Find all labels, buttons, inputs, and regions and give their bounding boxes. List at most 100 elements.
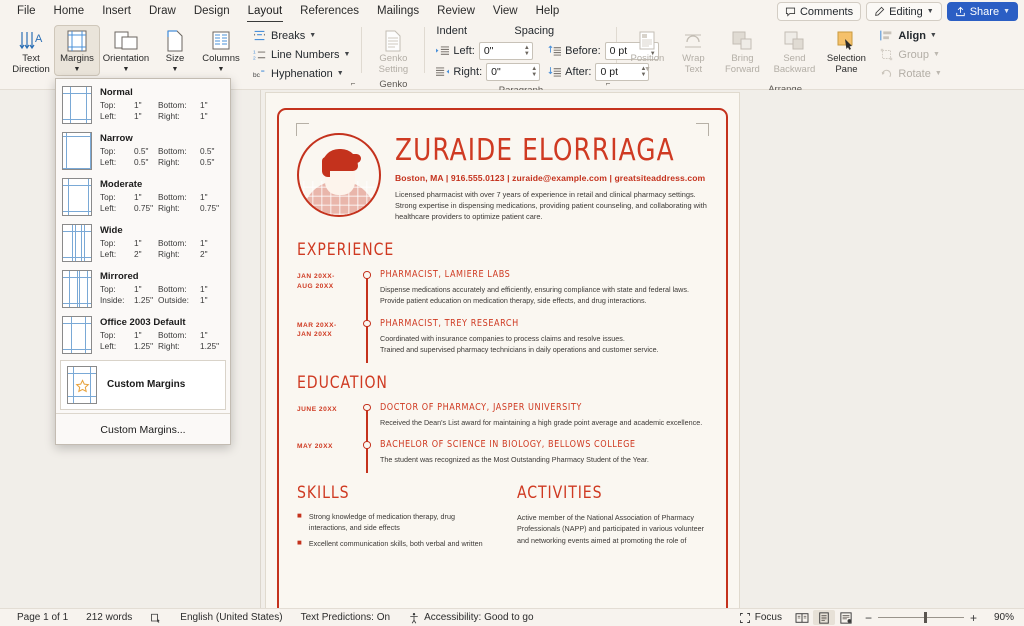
wrap-text-label-2: Text <box>684 63 703 75</box>
share-icon <box>955 6 966 17</box>
line-numbers-button[interactable]: 12 Line Numbers ▼ <box>248 45 354 64</box>
margins-button[interactable]: Margins ▼ <box>54 25 100 76</box>
rotate-button[interactable]: Rotate ▼ <box>875 64 945 83</box>
editing-button[interactable]: Editing ▼ <box>866 2 942 21</box>
orientation-button[interactable]: Orientation ▼ <box>100 25 152 76</box>
spacing-before-icon <box>548 45 562 57</box>
send-backward-button[interactable]: Send Backward <box>768 25 820 78</box>
custom-margins-label: Custom Margins <box>107 378 186 390</box>
spacing-after-value: 0 pt <box>600 66 618 78</box>
group-button[interactable]: Group ▼ <box>875 45 945 64</box>
position-button[interactable]: Position ▼ <box>624 25 670 76</box>
margins-option-narrow[interactable]: Narrow Top: 0.5" Bottom: 0.5" Left: 0.5" Right:… <box>56 128 230 174</box>
menu-item-mailings[interactable]: Mailings <box>368 2 428 20</box>
custom-margins-footer[interactable]: Custom Margins... <box>56 413 230 444</box>
status-page[interactable]: Page 1 of 1 <box>8 612 77 623</box>
margin-value-label: Bottom: <box>158 330 187 340</box>
menu-item-design[interactable]: Design <box>185 2 239 20</box>
window-actions: Comments Editing ▼ Share ▼ <box>776 2 1018 21</box>
margin-value-label: Right: <box>158 249 180 259</box>
zoom-out-button[interactable]: − <box>865 611 872 625</box>
stepper-arrows[interactable]: ▲▼ <box>531 64 537 80</box>
proofing-icon[interactable] <box>141 612 171 624</box>
read-mode-button[interactable] <box>791 610 813 625</box>
zoom-slider[interactable]: − + <box>857 611 985 625</box>
document-page[interactable]: ZURAIDE ELORRIAGA Boston, MA | 916.555.0… <box>265 92 740 608</box>
chevron-down-icon: ▼ <box>926 8 934 15</box>
web-layout-button[interactable] <box>835 610 857 625</box>
breaks-button[interactable]: Breaks ▼ <box>248 26 354 45</box>
wrap-text-button[interactable]: Wrap Text <box>670 25 716 78</box>
margin-value: 1" <box>200 100 208 110</box>
indent-left-input[interactable]: 0" ▲ ▼ <box>478 42 533 60</box>
menu-item-layout[interactable]: Layout <box>239 2 292 23</box>
status-words[interactable]: 212 words <box>77 612 141 623</box>
margins-option-custom[interactable]: Custom Margins <box>60 360 226 410</box>
menu-item-home[interactable]: Home <box>45 2 94 20</box>
bring-forward-button[interactable]: Bring Forward <box>716 25 768 78</box>
menu-item-view[interactable]: View <box>484 2 527 20</box>
stepper-arrows[interactable]: ▲▼ <box>524 43 530 59</box>
spacing-header: Spacing <box>514 25 555 37</box>
status-language[interactable]: English (United States) <box>171 612 291 623</box>
text-direction-button[interactable]: A Text Direction <box>8 25 54 78</box>
wrap-text-icon <box>682 28 704 54</box>
margin-value: 0.75" <box>134 203 154 213</box>
hyphenation-button[interactable]: bc Hyphenation ▼ <box>248 64 354 83</box>
size-button[interactable]: Size ▼ <box>152 25 198 76</box>
rotate-icon <box>879 67 894 80</box>
comments-button[interactable]: Comments <box>776 2 862 21</box>
zoom-track[interactable] <box>877 611 964 623</box>
line-numbers-icon: 12 <box>252 48 267 61</box>
align-button[interactable]: Align ▼ <box>875 26 945 45</box>
focus-button[interactable]: Focus <box>730 612 791 624</box>
zoom-in-button[interactable]: + <box>970 611 977 625</box>
align-label: Align <box>898 29 926 42</box>
entry-description: Dispense medications accurately and effi… <box>380 284 711 306</box>
menu-item-references[interactable]: References <box>291 2 368 20</box>
editing-label: Editing <box>889 5 923 18</box>
indent-right-row: Right: 0" ▲ ▼ <box>436 63 541 81</box>
margin-preview-custom <box>67 366 97 404</box>
skills-title: SKILLS <box>297 483 350 504</box>
spacing-after-label: After: <box>565 66 592 78</box>
entry-role: PHARMACIST, TREY RESEARCH <box>380 317 519 329</box>
margins-option-moderate[interactable]: Moderate Top: 1" Bottom: 1" Left: 0.75" Right: 0… <box>56 174 230 220</box>
resume-name: ZURAIDE ELORRIAGA <box>395 133 675 168</box>
genko-setting-button[interactable]: Genko Setting <box>370 25 416 78</box>
entry-description-line-1: Received the Dean's List award for maint… <box>380 417 703 427</box>
menu-item-review[interactable]: Review <box>428 2 484 20</box>
status-bar: Page 1 of 1 212 words English (United St… <box>0 608 1024 626</box>
pencil-icon <box>874 6 885 17</box>
margin-value-label: Bottom: <box>158 146 187 156</box>
margin-value-label: Left: <box>100 203 117 213</box>
avatar-hair <box>322 149 361 171</box>
margins-option-office-2003-default[interactable]: Office 2003 Default Top: 1" Bottom: 1" Left: 1… <box>56 312 230 358</box>
print-layout-button[interactable] <box>812 610 835 625</box>
zoom-thumb[interactable] <box>923 611 927 623</box>
share-button[interactable]: Share ▼ <box>946 2 1018 21</box>
zoom-level[interactable]: 90% <box>985 612 1016 623</box>
indent-left-value: 0" <box>483 45 494 57</box>
bring-forward-icon <box>730 28 754 54</box>
page-setup-dialog-launcher[interactable]: ⌐ <box>351 79 356 88</box>
menu-item-help[interactable]: Help <box>527 2 569 20</box>
size-icon <box>164 28 186 54</box>
margins-option-mirrored[interactable]: Mirrored Top: 1" Bottom: 1" Inside: 1.25" Outsi… <box>56 266 230 312</box>
margin-value-label: Left: <box>100 341 117 351</box>
menu-item-draw[interactable]: Draw <box>140 2 185 20</box>
columns-button[interactable]: Columns ▼ <box>198 25 244 76</box>
menu-bar: File Home Insert Draw Design Layout References… <box>0 0 1024 23</box>
entry-date-line-1: JUNE 20XX <box>297 405 338 413</box>
selection-pane-button[interactable]: Selection Pane <box>820 25 872 78</box>
paragraph-dialog-launcher[interactable]: ⌐ <box>606 79 611 88</box>
status-accessibility[interactable]: Accessibility: Good to go <box>399 612 543 624</box>
margins-option-normal[interactable]: Normal Top: 1" Bottom: 1" Left: 1" Right: 1" <box>56 82 230 128</box>
margin-value-label: Top: <box>100 192 116 202</box>
menu-item-insert[interactable]: Insert <box>93 2 140 20</box>
status-text-predictions[interactable]: Text Predictions: On <box>292 612 399 623</box>
indent-right-input[interactable]: 0" ▲ ▼ <box>486 63 541 81</box>
menu-item-file[interactable]: File <box>8 2 45 20</box>
margins-option-wide[interactable]: Wide Top: 1" Bottom: 1" Left: 2" Right: 2" <box>56 220 230 266</box>
margin-option-text: Moderate Top: 1" Bottom: 1" Left: 0.75" Right: 0… <box>100 178 224 213</box>
